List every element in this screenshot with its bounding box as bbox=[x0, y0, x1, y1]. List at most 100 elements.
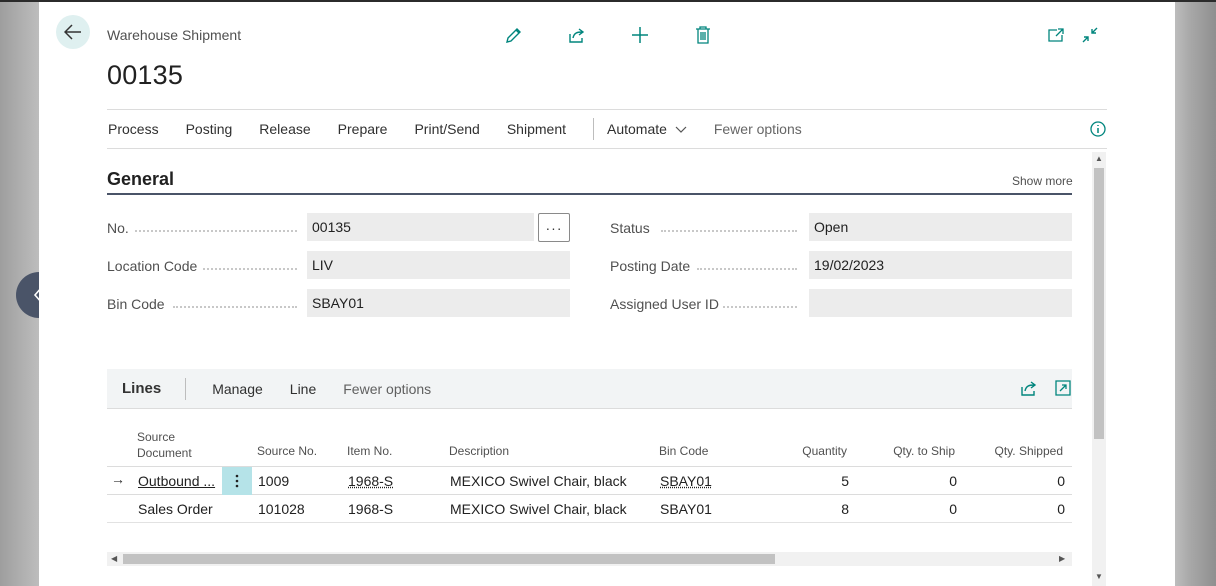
window-actions bbox=[1045, 24, 1101, 46]
column-header-item-no[interactable]: Item No. bbox=[347, 443, 392, 459]
action-print-send[interactable]: Print/Send bbox=[414, 121, 479, 137]
delete-button[interactable] bbox=[692, 24, 714, 46]
quantity-cell[interactable]: 5 bbox=[787, 473, 849, 489]
info-icon bbox=[1090, 121, 1106, 137]
column-header-line-2: Document bbox=[137, 446, 192, 460]
lines-action-manage[interactable]: Manage bbox=[212, 381, 263, 397]
source-document-link[interactable]: Outbound ... bbox=[138, 473, 215, 489]
column-header-source-no[interactable]: Source No. bbox=[257, 443, 317, 459]
bin-code-field[interactable]: SBAY01 bbox=[307, 289, 570, 317]
posting-date-field[interactable]: 19/02/2023 bbox=[809, 251, 1072, 279]
breadcrumb: Warehouse Shipment bbox=[107, 27, 242, 43]
lines-separator bbox=[185, 377, 187, 400]
field-label-location-code: Location Code bbox=[107, 258, 198, 274]
action-separator bbox=[593, 118, 594, 140]
field-dots bbox=[203, 268, 297, 270]
field-dots bbox=[173, 306, 297, 308]
item-no-cell[interactable]: 1968-S bbox=[348, 473, 393, 489]
fewer-options-button[interactable]: Fewer options bbox=[714, 121, 802, 137]
chevron-down-icon bbox=[675, 126, 687, 134]
action-posting[interactable]: Posting bbox=[186, 121, 233, 137]
assigned-user-id-field[interactable] bbox=[809, 289, 1072, 317]
horizontal-scroll-thumb[interactable] bbox=[123, 554, 775, 564]
no-field[interactable]: 00135 bbox=[307, 213, 534, 241]
lines-expand-button[interactable] bbox=[1054, 379, 1072, 402]
field-label-assigned-user-id: Assigned User ID bbox=[610, 296, 719, 312]
field-label-no: No. bbox=[107, 220, 129, 236]
horizontal-scrollbar[interactable]: ◀ ▶ bbox=[107, 552, 1072, 566]
lines-action-line[interactable]: Line bbox=[290, 381, 316, 397]
lines-icons bbox=[1020, 379, 1072, 402]
info-button[interactable] bbox=[1089, 120, 1107, 143]
bin-code-cell[interactable]: SBAY01 bbox=[660, 473, 712, 489]
column-header-qty-to-ship[interactable]: Qty. to Ship bbox=[875, 443, 955, 459]
current-row-arrow-icon: → bbox=[111, 471, 125, 487]
vertical-scroll-thumb[interactable] bbox=[1094, 168, 1104, 439]
new-button[interactable] bbox=[629, 24, 651, 46]
trash-icon bbox=[696, 26, 710, 44]
lines-share-button[interactable] bbox=[1020, 379, 1038, 402]
column-header-description[interactable]: Description bbox=[449, 443, 509, 459]
source-no-cell[interactable]: 1009 bbox=[258, 473, 289, 489]
qty-shipped-cell: 0 bbox=[1057, 501, 1065, 517]
field-label-bin-code: Bin Code bbox=[107, 296, 165, 312]
field-dots bbox=[723, 306, 797, 308]
qty-to-ship-cell[interactable]: 0 bbox=[897, 501, 957, 517]
description-cell[interactable]: MEXICO Swivel Chair, black bbox=[450, 473, 627, 489]
assist-edit-button[interactable]: ··· bbox=[538, 213, 570, 242]
back-button[interactable] bbox=[56, 15, 90, 49]
edit-icon bbox=[506, 28, 521, 43]
share-button[interactable] bbox=[566, 24, 588, 46]
show-more-link[interactable]: Show more bbox=[1012, 174, 1073, 188]
vertical-scrollbar[interactable]: ▲ ▼ bbox=[1092, 152, 1106, 586]
field-dots bbox=[697, 268, 797, 270]
row-menu-button[interactable] bbox=[222, 467, 252, 495]
section-title-general[interactable]: General bbox=[107, 169, 174, 190]
scroll-left-icon[interactable]: ◀ bbox=[111, 554, 117, 563]
action-release[interactable]: Release bbox=[259, 121, 310, 137]
source-no-cell[interactable]: 101028 bbox=[258, 501, 305, 517]
more-vertical-icon bbox=[235, 474, 239, 488]
status-field[interactable]: Open bbox=[809, 213, 1072, 241]
section-divider bbox=[107, 193, 1072, 195]
lines-toolbar: Lines Manage Line Fewer options bbox=[107, 369, 1072, 409]
open-new-window-button[interactable] bbox=[1045, 24, 1067, 46]
action-prepare[interactable]: Prepare bbox=[338, 121, 388, 137]
scroll-down-icon[interactable]: ▼ bbox=[1095, 572, 1103, 581]
edit-button[interactable] bbox=[503, 24, 525, 46]
qty-to-ship-cell[interactable]: 0 bbox=[897, 473, 957, 489]
scroll-right-icon[interactable]: ▶ bbox=[1059, 554, 1065, 563]
column-header-qty-shipped[interactable]: Qty. Shipped bbox=[975, 443, 1063, 459]
field-label-posting-date: Posting Date bbox=[610, 258, 691, 274]
collapse-button[interactable] bbox=[1079, 24, 1101, 46]
action-automate[interactable]: Automate bbox=[607, 121, 687, 137]
arrow-left-icon bbox=[64, 24, 81, 40]
scroll-up-icon[interactable]: ▲ bbox=[1095, 154, 1103, 163]
field-dots bbox=[661, 230, 797, 232]
item-no-cell[interactable]: 1968-S bbox=[348, 501, 393, 517]
plus-icon bbox=[632, 27, 648, 43]
description-cell[interactable]: MEXICO Swivel Chair, black bbox=[450, 501, 627, 517]
page-title: 00135 bbox=[107, 60, 184, 90]
lines-fewer-options-button[interactable]: Fewer options bbox=[343, 381, 431, 397]
field-label-status: Status bbox=[610, 220, 650, 236]
top-actions bbox=[503, 24, 714, 46]
card-page: Warehouse Shipment 00135 Process Posting… bbox=[39, 2, 1175, 586]
quantity-cell[interactable]: 8 bbox=[787, 501, 849, 517]
share-icon bbox=[569, 28, 585, 43]
column-header-source-document[interactable]: Source Document bbox=[137, 429, 192, 461]
table-row[interactable]: Sales Order 101028 1968-S MEXICO Swivel … bbox=[107, 495, 1072, 523]
lines-part: Lines Manage Line Fewer options Source D… bbox=[107, 369, 1072, 567]
action-process[interactable]: Process bbox=[108, 121, 159, 137]
lines-title[interactable]: Lines bbox=[122, 380, 161, 397]
location-code-field[interactable]: LIV bbox=[307, 251, 570, 279]
column-header-quantity[interactable]: Quantity bbox=[787, 443, 847, 459]
automate-label: Automate bbox=[607, 121, 667, 137]
column-header-bin-code[interactable]: Bin Code bbox=[659, 443, 708, 459]
source-document-cell[interactable]: Sales Order bbox=[138, 501, 213, 517]
bin-code-cell[interactable]: SBAY01 bbox=[660, 501, 712, 517]
expand-icon bbox=[1055, 380, 1071, 396]
table-row[interactable]: → Outbound ... 1009 1968-S MEXICO Swivel… bbox=[107, 466, 1072, 495]
collapse-icon bbox=[1082, 27, 1098, 43]
action-shipment[interactable]: Shipment bbox=[507, 121, 566, 137]
